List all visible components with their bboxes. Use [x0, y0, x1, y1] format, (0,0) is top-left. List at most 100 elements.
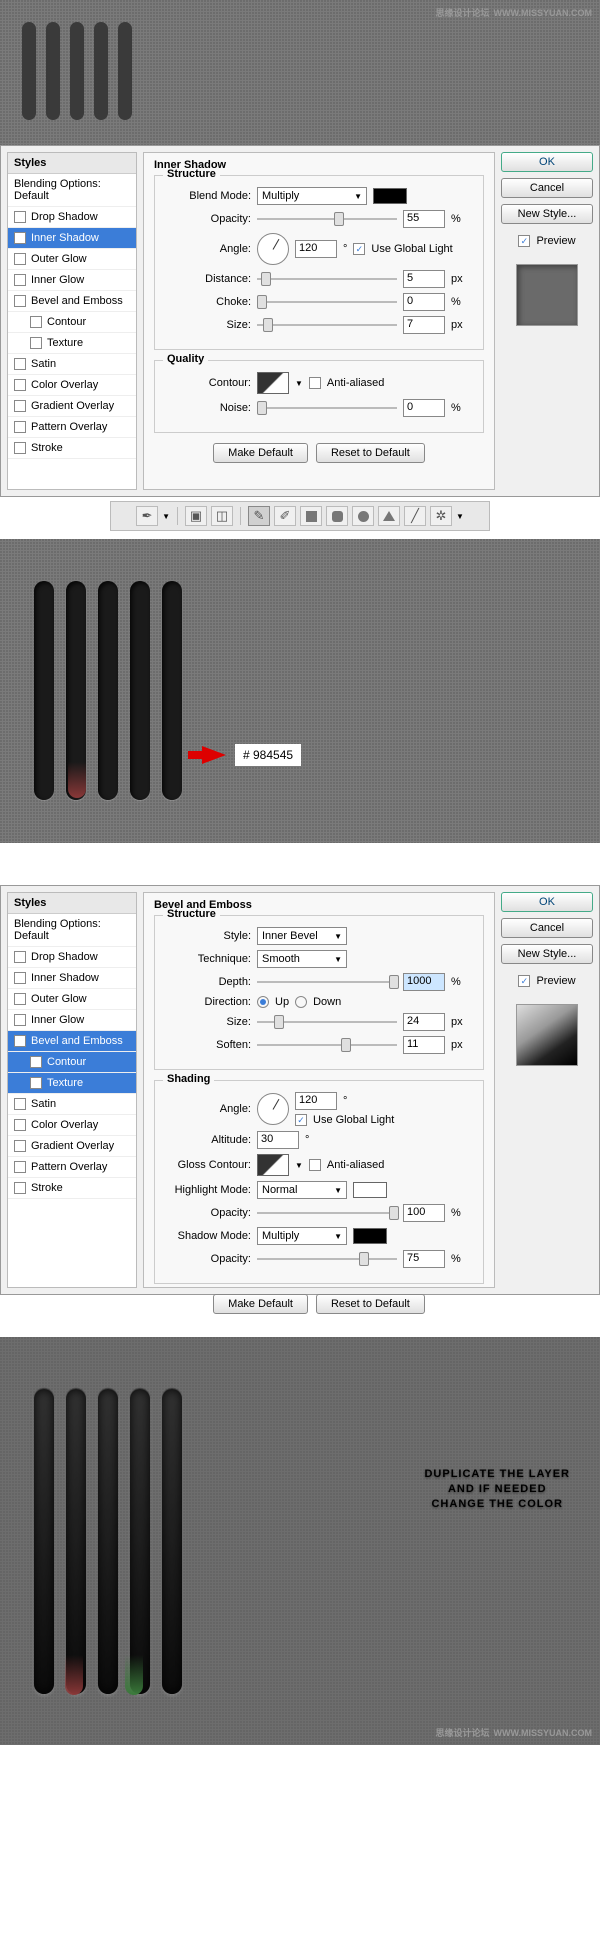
depth-slider[interactable]	[257, 975, 397, 989]
watermark: 思缘设计论坛WWW.MISSYUAN.COM	[431, 1726, 592, 1739]
structure-group: Structure Blend Mode: Multiply Opacity: …	[154, 175, 484, 350]
style-bevel-emboss[interactable]: ✓Bevel and Emboss	[8, 1031, 136, 1052]
style-stroke[interactable]: Stroke	[8, 1178, 136, 1199]
contour-picker[interactable]	[257, 372, 289, 394]
sh-opacity-input[interactable]: 75	[403, 1250, 445, 1268]
ok-button[interactable]: OK	[501, 152, 593, 172]
style-satin[interactable]: Satin	[8, 1094, 136, 1115]
new-style-button[interactable]: New Style...	[501, 944, 593, 964]
settings-panel: Inner Shadow Structure Blend Mode: Multi…	[143, 152, 495, 490]
rounded-rect-icon[interactable]	[326, 506, 348, 526]
choke-slider[interactable]	[257, 295, 397, 309]
gloss-contour-picker[interactable]	[257, 1154, 289, 1176]
style-texture[interactable]: Texture	[8, 333, 136, 354]
style-outer-glow[interactable]: Outer Glow	[8, 249, 136, 270]
line-icon[interactable]: ╱	[404, 506, 426, 526]
cancel-button[interactable]: Cancel	[501, 918, 593, 938]
fill-pixels-icon[interactable]: ✎	[248, 506, 270, 526]
blend-mode-dropdown[interactable]: Multiply	[257, 187, 367, 205]
size-input[interactable]: 7	[403, 316, 445, 334]
pen-icon[interactable]: ✐	[274, 506, 296, 526]
distance-slider[interactable]	[257, 272, 397, 286]
style-gradient-overlay[interactable]: Gradient Overlay	[8, 1136, 136, 1157]
structure-group: Structure Style:Inner Bevel Technique:Sm…	[154, 915, 484, 1070]
technique-dropdown[interactable]: Smooth	[257, 950, 347, 968]
fill-indicators	[35, 1655, 173, 1695]
preview-checkbox[interactable]: ✓	[518, 975, 530, 987]
reset-default-button[interactable]: Reset to Default	[316, 443, 425, 463]
styles-list: Styles Blending Options: Default Drop Sh…	[7, 892, 137, 1288]
style-blending-options[interactable]: Blending Options: Default	[8, 174, 136, 207]
bevel-style-dropdown[interactable]: Inner Bevel	[257, 927, 347, 945]
style-color-overlay[interactable]: Color Overlay	[8, 375, 136, 396]
make-default-button[interactable]: Make Default	[213, 443, 308, 463]
style-color-overlay[interactable]: Color Overlay	[8, 1115, 136, 1136]
direction-down-radio[interactable]	[295, 996, 307, 1008]
styles-header: Styles	[8, 893, 136, 914]
size-slider[interactable]	[257, 1015, 397, 1029]
angle-input[interactable]: 120	[295, 240, 337, 258]
altitude-input[interactable]: 30	[257, 1131, 299, 1149]
style-satin[interactable]: Satin	[8, 354, 136, 375]
highlight-mode-dropdown[interactable]: Normal	[257, 1181, 347, 1199]
reset-default-button[interactable]: Reset to Default	[316, 1294, 425, 1314]
polygon-icon[interactable]	[378, 506, 400, 526]
soften-input[interactable]: 11	[403, 1036, 445, 1054]
style-inner-glow[interactable]: Inner Glow	[8, 270, 136, 291]
size-input[interactable]: 24	[403, 1013, 445, 1031]
distance-input[interactable]: 5	[403, 270, 445, 288]
style-pattern-overlay[interactable]: Pattern Overlay	[8, 417, 136, 438]
style-contour[interactable]: Contour	[8, 312, 136, 333]
noise-slider[interactable]	[257, 401, 397, 415]
highlight-color-swatch[interactable]	[353, 1182, 387, 1198]
style-gradient-overlay[interactable]: Gradient Overlay	[8, 396, 136, 417]
pen-tool-icon[interactable]: ✒	[136, 506, 158, 526]
make-default-button[interactable]: Make Default	[213, 1294, 308, 1314]
soften-slider[interactable]	[257, 1038, 397, 1052]
antialiased-checkbox[interactable]	[309, 1159, 321, 1171]
style-drop-shadow[interactable]: Drop Shadow	[8, 947, 136, 968]
direction-up-radio[interactable]	[257, 996, 269, 1008]
hl-opacity-slider[interactable]	[257, 1206, 397, 1220]
style-blending-options[interactable]: Blending Options: Default	[8, 914, 136, 947]
shape-layers-icon[interactable]: ▣	[185, 506, 207, 526]
style-contour[interactable]: Contour	[8, 1052, 136, 1073]
angle-input[interactable]: 120	[295, 1092, 337, 1110]
preview-checkbox[interactable]: ✓	[518, 235, 530, 247]
choke-input[interactable]: 0	[403, 293, 445, 311]
preview-thumbnail	[516, 264, 578, 326]
shadow-color-swatch[interactable]	[353, 1228, 387, 1244]
opacity-slider[interactable]	[257, 212, 397, 226]
depth-input[interactable]: 1000	[403, 973, 445, 991]
hl-opacity-input[interactable]: 100	[403, 1204, 445, 1222]
antialiased-checkbox[interactable]	[309, 377, 321, 389]
style-inner-shadow[interactable]: Inner Shadow	[8, 968, 136, 989]
size-slider[interactable]	[257, 318, 397, 332]
style-inner-glow[interactable]: Inner Glow	[8, 1010, 136, 1031]
angle-wheel[interactable]	[257, 233, 289, 265]
dialog-buttons: OK Cancel New Style... ✓Preview	[501, 152, 593, 490]
rectangle-icon[interactable]	[300, 506, 322, 526]
style-stroke[interactable]: Stroke	[8, 438, 136, 459]
style-texture[interactable]: Texture	[8, 1073, 136, 1094]
ellipse-icon[interactable]	[352, 506, 374, 526]
global-light-checkbox[interactable]: ✓	[353, 243, 365, 255]
shadow-color-swatch[interactable]	[373, 188, 407, 204]
color-callout: # 984545	[235, 744, 301, 766]
custom-shape-icon[interactable]: ✲	[430, 506, 452, 526]
style-bevel-emboss[interactable]: Bevel and Emboss	[8, 291, 136, 312]
new-style-button[interactable]: New Style...	[501, 204, 593, 224]
style-outer-glow[interactable]: Outer Glow	[8, 989, 136, 1010]
style-inner-shadow[interactable]: ✓Inner Shadow	[8, 228, 136, 249]
global-light-checkbox[interactable]: ✓	[295, 1114, 307, 1126]
sh-opacity-slider[interactable]	[257, 1252, 397, 1266]
cancel-button[interactable]: Cancel	[501, 178, 593, 198]
style-pattern-overlay[interactable]: Pattern Overlay	[8, 1157, 136, 1178]
shadow-mode-dropdown[interactable]: Multiply	[257, 1227, 347, 1245]
angle-wheel[interactable]	[257, 1093, 289, 1125]
style-drop-shadow[interactable]: Drop Shadow	[8, 207, 136, 228]
paths-icon[interactable]: ◫	[211, 506, 233, 526]
ok-button[interactable]: OK	[501, 892, 593, 912]
noise-input[interactable]: 0	[403, 399, 445, 417]
opacity-input[interactable]: 55	[403, 210, 445, 228]
